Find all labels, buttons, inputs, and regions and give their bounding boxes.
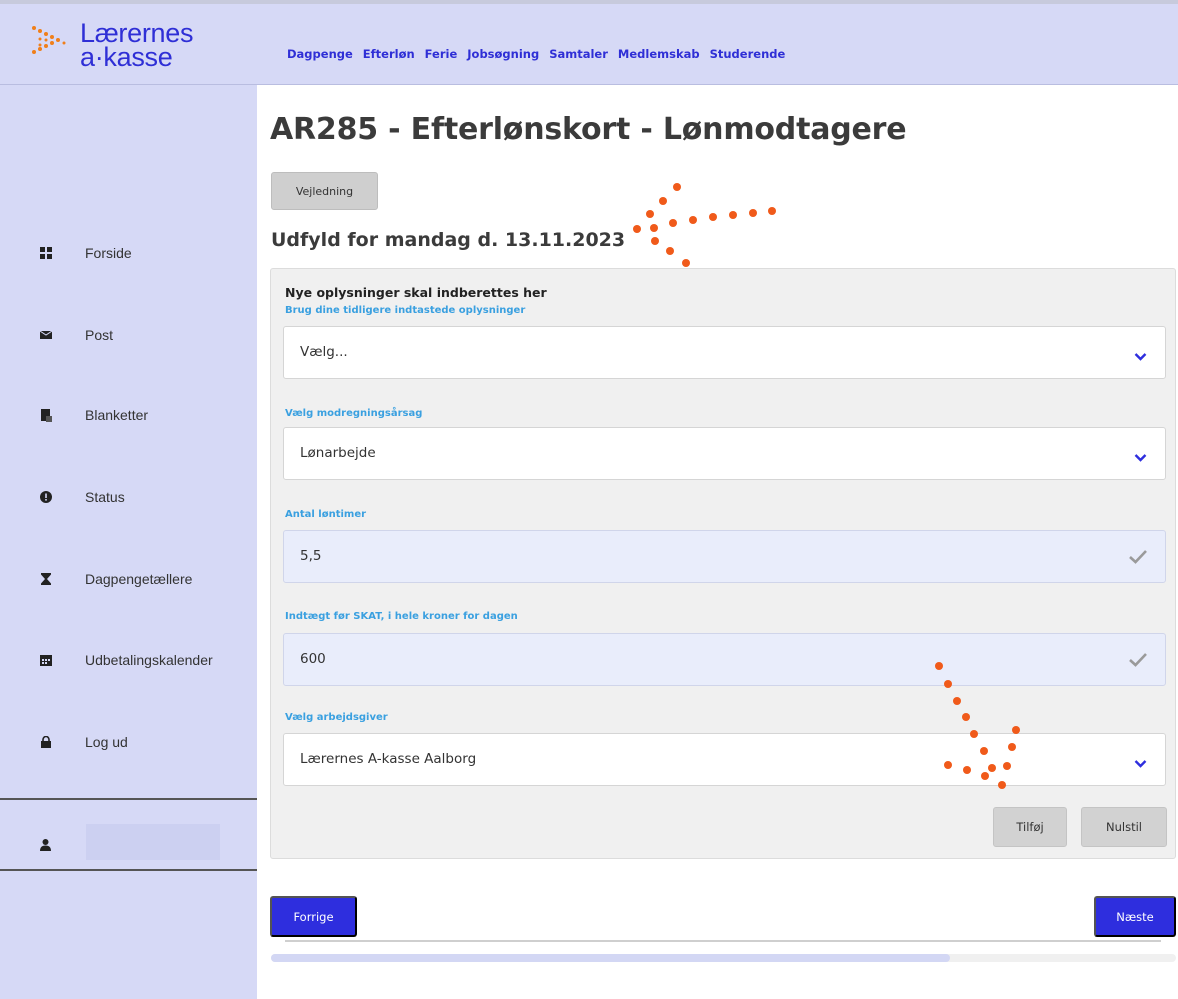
sidebar-item-forside[interactable]: Forside	[0, 233, 257, 273]
sidebar: Forside Post Blanketter Status Dagpenget…	[0, 85, 257, 999]
lock-icon	[40, 736, 52, 748]
sidebar-item-status[interactable]: Status	[0, 477, 257, 517]
annotation-arrow-title	[633, 183, 776, 267]
sidebar-item-dagpengetaellere[interactable]: Dagpengetællere	[0, 559, 257, 599]
select-value: Vælg...	[300, 344, 348, 360]
grid-icon	[40, 247, 52, 259]
sidebar-divider	[0, 869, 257, 871]
nav-ferie[interactable]: Ferie	[425, 47, 458, 61]
select-value: Lærernes A-kasse Aalborg	[300, 751, 477, 767]
nav-samtaler[interactable]: Samtaler	[549, 47, 608, 61]
hours-input[interactable]: 5,5	[283, 530, 1166, 583]
nav-efterlon[interactable]: Efterløn	[363, 47, 415, 61]
employer-select[interactable]: Lærernes A-kasse Aalborg	[283, 733, 1166, 786]
page-title: AR285 - Efterlønskort - Lønmodtagere	[270, 112, 907, 147]
logo-mark-icon	[28, 22, 74, 66]
previous-button[interactable]: Forrige	[270, 896, 357, 937]
sidebar-item-label: Forside	[85, 245, 132, 261]
sidebar-item-post[interactable]: Post	[0, 315, 257, 355]
next-button[interactable]: Næste	[1094, 896, 1176, 937]
chevron-down-icon	[1134, 347, 1147, 361]
progress-bar	[271, 954, 1176, 962]
progress-bar-fill	[271, 954, 950, 962]
calendar-icon	[40, 654, 52, 666]
form-heading: Nye oplysninger skal indberettes her	[285, 285, 547, 300]
nav-studerende[interactable]: Studerende	[710, 47, 786, 61]
user-icon	[40, 836, 51, 855]
select-value: Lønarbejde	[300, 445, 376, 461]
reason-label: Vælg modregningsårsag	[285, 408, 423, 419]
input-value: 5,5	[300, 548, 322, 564]
hours-label: Antal løntimer	[285, 509, 367, 520]
envelope-icon	[40, 329, 52, 341]
logo-line-2: a·kasse	[80, 42, 173, 72]
sidebar-item-udbetalingskalender[interactable]: Udbetalingskalender	[0, 640, 257, 680]
chevron-down-icon	[1134, 754, 1147, 768]
sidebar-item-log-ud[interactable]: Log ud	[0, 722, 257, 762]
guide-button[interactable]: Vejledning	[271, 172, 378, 210]
logo[interactable]: Lærernes a·kasse	[28, 20, 193, 72]
sidebar-item-label: Dagpengetællere	[85, 571, 193, 587]
top-header: Lærernes a·kasse Dagpenge Efterløn Ferie…	[0, 0, 1178, 85]
sidebar-item-label: Log ud	[85, 734, 128, 750]
footer-divider	[285, 940, 1161, 942]
sidebar-item-label: Blanketter	[85, 407, 149, 423]
nav-dagpenge[interactable]: Dagpenge	[287, 47, 353, 61]
income-label: Indtægt før SKAT, i hele kroner for dage…	[285, 611, 518, 622]
info-circle-icon	[40, 491, 52, 503]
nav-medlemskab[interactable]: Medlemskab	[618, 47, 700, 61]
previous-entries-label: Brug dine tidligere indtastede oplysning…	[285, 305, 526, 316]
input-value: 600	[300, 651, 326, 667]
page-subtitle: Udfyld for mandag d. 13.11.2023	[271, 229, 626, 251]
sidebar-item-label: Post	[85, 327, 114, 343]
sidebar-item-label: Status	[85, 489, 125, 505]
top-navigation: Dagpenge Efterløn Ferie Jobsøgning Samta…	[287, 47, 795, 61]
sidebar-divider	[0, 798, 257, 800]
chevron-down-icon	[1134, 448, 1147, 462]
user-name-placeholder	[86, 824, 220, 860]
add-button[interactable]: Tilføj	[993, 807, 1067, 847]
nav-jobsogning[interactable]: Jobsøgning	[467, 47, 539, 61]
hourglass-icon	[40, 573, 52, 585]
sidebar-item-blanketter[interactable]: Blanketter	[0, 395, 257, 435]
form-icon	[40, 408, 52, 422]
employer-label: Vælg arbejdsgiver	[285, 712, 388, 723]
logo-text: Lærernes a·kasse	[80, 20, 193, 72]
checkmark-icon	[1128, 549, 1148, 565]
reset-button[interactable]: Nulstil	[1081, 807, 1167, 847]
sidebar-item-label: Udbetalingskalender	[85, 652, 213, 668]
entry-form-panel: Nye oplysninger skal indberettes her Bru…	[270, 268, 1176, 859]
checkmark-icon	[1128, 652, 1148, 668]
reason-select[interactable]: Lønarbejde	[283, 427, 1166, 480]
previous-entries-select[interactable]: Vælg...	[283, 326, 1166, 379]
income-input[interactable]: 600	[283, 633, 1166, 686]
sidebar-user[interactable]	[0, 818, 257, 868]
